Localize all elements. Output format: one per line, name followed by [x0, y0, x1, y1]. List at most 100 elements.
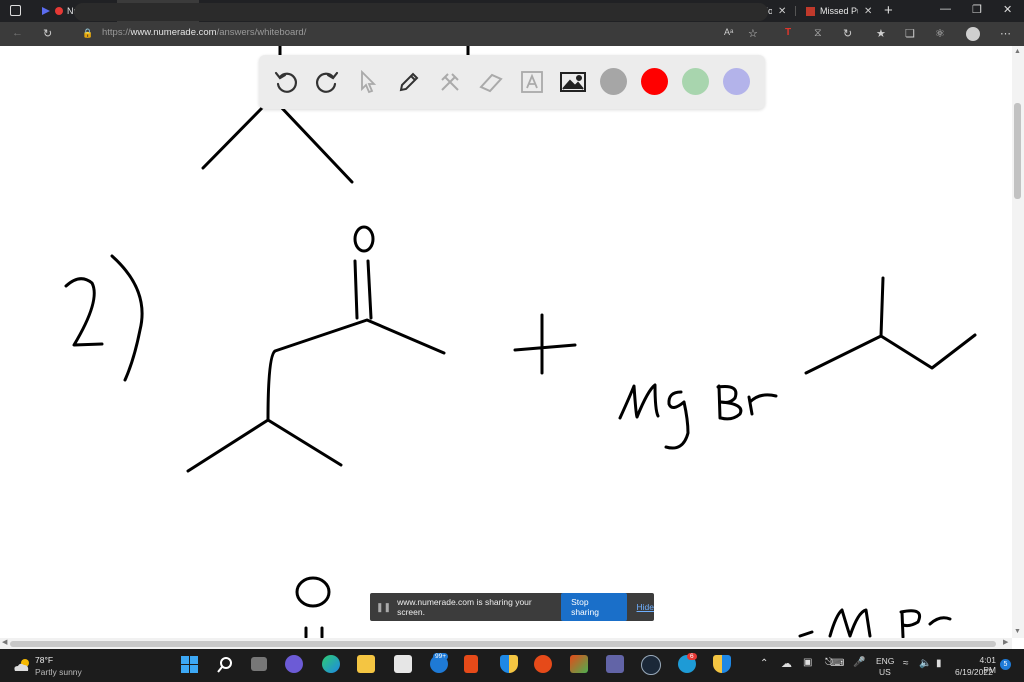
undo-icon [274, 71, 298, 93]
bottom-mgbr-stroke [798, 608, 952, 638]
url-host: www.numerade.com [130, 27, 217, 38]
plus-sign [513, 313, 577, 375]
whiteboard-toolbar [259, 55, 765, 109]
url-text[interactable]: https://www.numerade.com/answers/whitebo… [102, 27, 306, 38]
close-window-button[interactable]: ✕ [1003, 3, 1012, 16]
mgbr-letter-m [618, 383, 660, 420]
back-icon[interactable]: ← [12, 27, 23, 39]
close-tab-icon[interactable]: ✕ [864, 6, 872, 17]
scroll-right-icon[interactable]: ▶ [1003, 638, 1008, 646]
undo-button[interactable] [271, 67, 301, 97]
eraser-button[interactable] [476, 67, 506, 97]
security-shield-icon[interactable] [500, 655, 518, 673]
office-icon[interactable] [464, 655, 478, 673]
scroll-left-icon[interactable]: ◀ [2, 638, 7, 646]
scroll-up-icon[interactable]: ▲ [1014, 48, 1021, 55]
wifi-icon[interactable]: ≈ [903, 658, 909, 669]
vertical-scroll-thumb[interactable] [1014, 103, 1021, 199]
pen-button[interactable] [394, 67, 424, 97]
tab-actions-icon[interactable] [10, 5, 21, 16]
read-aloud-icon[interactable]: Aᵃ [724, 27, 733, 37]
screen-share-bar: ❚❚ www.numerade.com is sharing your scre… [370, 593, 654, 621]
number-two-stroke [64, 277, 104, 347]
url-prefix: https:// [102, 27, 131, 38]
display-icon[interactable]: ▣ [803, 657, 812, 668]
clock-date[interactable]: 6/19/2022 [955, 667, 993, 677]
file-explorer-icon[interactable] [357, 655, 375, 673]
share-message: www.numerade.com is sharing your screen. [397, 597, 532, 617]
tab-separator [795, 6, 796, 16]
new-tab-button[interactable]: + [884, 2, 893, 19]
color-swatch-gray[interactable] [600, 68, 627, 95]
mgbr-letter-g [664, 390, 690, 450]
extensions-icon[interactable]: ⚛ [935, 27, 945, 40]
handwriting-layer [64, 46, 977, 638]
search-icon[interactable] [217, 657, 233, 673]
horizontal-scroll-thumb[interactable] [10, 641, 996, 647]
keyboard-icon[interactable]: ⌨ [830, 658, 844, 669]
weather-temperature[interactable]: 78°F [35, 655, 53, 665]
teams-icon[interactable] [606, 655, 624, 673]
notification-center-badge[interactable]: 5 [1000, 659, 1011, 670]
text-box-icon [521, 71, 543, 93]
steam-icon[interactable] [641, 655, 661, 675]
favorites-icon[interactable]: ★ [876, 27, 886, 40]
image-button[interactable] [558, 67, 588, 97]
whiteboard-canvas[interactable] [0, 46, 1012, 638]
pointer-icon [361, 70, 377, 94]
minimize-button[interactable]: — [940, 3, 951, 15]
color-swatch-green[interactable] [682, 68, 709, 95]
url-field[interactable] [74, 3, 768, 21]
color-swatch-red[interactable] [641, 68, 668, 95]
region-indicator[interactable]: US [879, 667, 891, 677]
shield-app-icon[interactable] [713, 655, 731, 673]
microsoft-store-icon[interactable] [394, 655, 412, 673]
redo-button[interactable] [312, 67, 342, 97]
color-swatch-lavender[interactable] [723, 68, 750, 95]
carbonyl-double-bond [353, 259, 373, 320]
refresh-icon[interactable]: ↻ [43, 27, 52, 40]
edge-browser-icon[interactable] [322, 655, 340, 673]
close-app-icon[interactable] [534, 655, 552, 673]
mgbr-letter-b [716, 384, 743, 421]
chat-icon[interactable] [285, 655, 303, 673]
paren-stroke [110, 254, 144, 382]
more-menu-icon[interactable]: ⋯ [1000, 27, 1011, 40]
hide-link[interactable]: Hide [637, 602, 654, 612]
language-indicator[interactable]: ENG [876, 656, 894, 666]
volume-icon[interactable]: 🔈 [919, 658, 931, 669]
pointer-button[interactable] [353, 67, 383, 97]
top-molecule-branches [201, 104, 354, 184]
partly-sunny-icon[interactable] [12, 657, 32, 673]
start-icon[interactable] [181, 656, 198, 673]
text-button[interactable] [517, 67, 547, 97]
microphone-icon[interactable]: 🎤 [853, 657, 865, 668]
lock-icon: 🔒 [82, 28, 94, 38]
carbonyl-oxygen [353, 225, 375, 253]
recording-indicator-icon [55, 7, 63, 15]
drag-handle-icon[interactable]: ❚❚ [376, 602, 391, 613]
favorite-add-icon[interactable]: ☆ [748, 27, 758, 40]
extension-red-icon[interactable]: T [785, 27, 791, 38]
alkyl-chain [804, 276, 977, 375]
paint-app-icon[interactable] [570, 655, 588, 673]
restore-button[interactable]: ❐ [972, 3, 982, 16]
image-icon [560, 72, 586, 92]
show-hidden-icons[interactable]: ⌃ [760, 658, 768, 669]
stop-sharing-button[interactable]: Stop sharing [561, 593, 627, 621]
collections-icon[interactable]: ❏ [905, 27, 915, 40]
task-view-icon[interactable] [251, 657, 267, 671]
battery-icon[interactable]: ▮ [936, 658, 942, 669]
bottom-oxygen [295, 576, 331, 608]
onedrive-icon[interactable]: ☁ [781, 657, 792, 670]
tab-title: Missed Pu [820, 6, 858, 16]
browser-tab[interactable]: Missed Pu ✕ [797, 0, 883, 22]
close-tab-icon[interactable]: ✕ [778, 6, 786, 17]
scroll-down-icon[interactable]: ▼ [1014, 628, 1021, 635]
weather-description[interactable]: Partly sunny [35, 667, 82, 677]
pen-icon [399, 72, 419, 92]
extension-gray-icon[interactable]: ⧖ [814, 27, 822, 40]
tools-button[interactable] [435, 67, 465, 97]
extension-cycle-icon[interactable]: ↻ [843, 27, 852, 40]
profile-avatar[interactable] [966, 27, 980, 41]
